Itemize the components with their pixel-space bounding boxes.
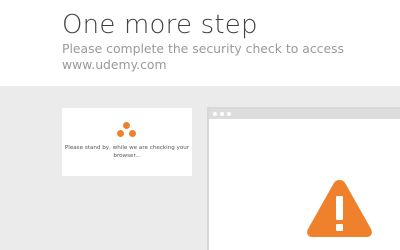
header: One more step Please complete the securi… xyxy=(0,0,400,86)
loading-card: Please stand by, while we are checking y… xyxy=(62,108,192,176)
challenge-page: One more step Please complete the securi… xyxy=(0,0,400,250)
window-dot-icon xyxy=(213,112,217,116)
window-dot-icon xyxy=(220,112,224,116)
browser-titlebar xyxy=(209,109,400,119)
window-dot-icon xyxy=(227,112,231,116)
three-dot-loader-icon xyxy=(117,120,137,140)
page-title: One more step xyxy=(62,10,258,40)
warning-triangle-icon xyxy=(307,180,372,237)
browser-illustration xyxy=(207,107,400,250)
page-subtitle: Please complete the security check to ac… xyxy=(62,41,344,72)
loading-message: Please stand by, while we are checking y… xyxy=(64,145,190,159)
